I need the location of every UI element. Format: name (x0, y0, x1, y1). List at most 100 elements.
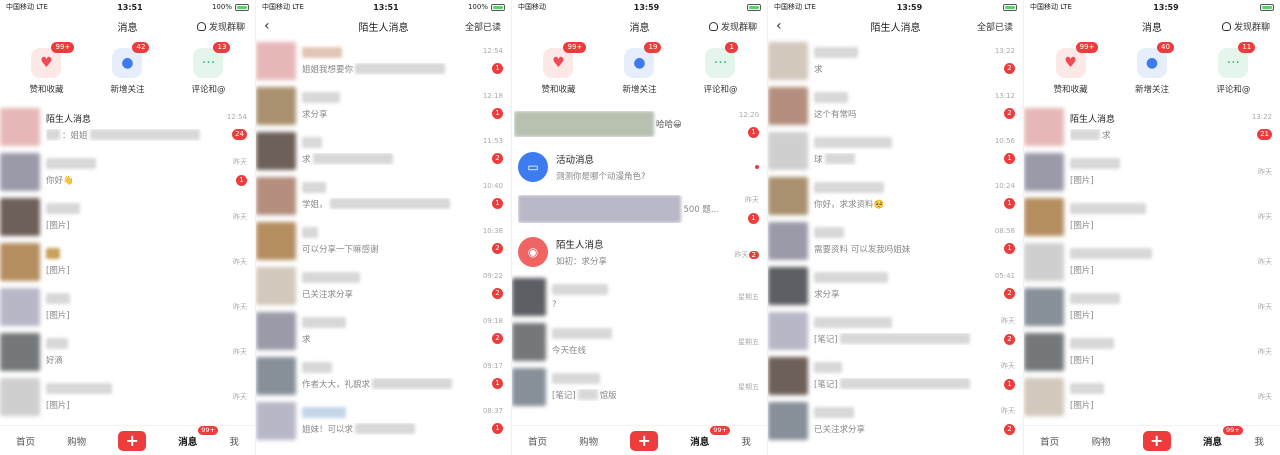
list-item[interactable]: 陌生人消息 ：姐姐 12:54 24 (0, 104, 255, 149)
tab-home[interactable]: 首页 (16, 434, 35, 448)
activity-messages[interactable]: ▭ 活动消息 测测你是哪个动漫角色? (512, 144, 767, 189)
blurred-name (302, 226, 318, 238)
blurred-text (839, 333, 970, 344)
list-item[interactable]: [笔记] 馆版 星期五 (512, 364, 767, 409)
list-item[interactable]: 500 题... 昨天 1 (512, 189, 767, 229)
shortcut-row: ♥ 99+ 赞和收藏 ● 19 新增关注 ··· 1 评论和@ (512, 38, 767, 104)
list-item[interactable]: 可以分享一下嘛感谢 10:38 2 (256, 218, 511, 263)
comments-shortcut[interactable]: ··· 11 评论和@ (1216, 42, 1256, 104)
person-icon: ● 42 (112, 42, 150, 78)
tab-shop[interactable]: 购物 (579, 434, 598, 448)
mark-all-read-button[interactable]: 全部已读 (465, 20, 501, 33)
list-item[interactable]: 陌生人消息求 13:22 21 (1024, 104, 1280, 149)
list-item[interactable]: [图片] 昨天 (1024, 149, 1280, 194)
create-post-button[interactable]: + (118, 430, 147, 451)
discover-groups-button[interactable]: 发现群聊 (708, 20, 757, 33)
mark-all-read-button[interactable]: 全部已读 (977, 20, 1013, 33)
list-item[interactable]: 已关注求分享 09:22 2 (256, 263, 511, 308)
tab-home[interactable]: 首页 (1040, 434, 1059, 448)
avatar (1024, 377, 1064, 416)
tab-shop[interactable]: 购物 (1091, 434, 1110, 448)
likes-shortcut[interactable]: ♥ 99+ 赞和收藏 (1054, 42, 1099, 104)
list-item[interactable]: 这个有常吗 13:12 2 (768, 83, 1023, 128)
message-time: 12:18 (482, 92, 503, 100)
avatar (768, 176, 808, 215)
message-time: 05:41 (994, 272, 1015, 280)
shortcut-label: 新增关注 (622, 85, 657, 95)
blurred-name (46, 247, 60, 259)
unread-badge: 2 (1004, 424, 1015, 435)
list-item[interactable]: 姐姐我想要你 12:54 1 (256, 38, 511, 83)
list-item[interactable]: ? 星期五 (512, 274, 767, 319)
back-icon[interactable]: ‹ (776, 18, 782, 34)
list-item[interactable]: 需要资料 可以发我吗姐妹 08:58 1 (768, 218, 1023, 263)
status-bar: 中国移动 LTE 13:51 100% (0, 0, 255, 14)
follows-shortcut[interactable]: ● 42 新增关注 (110, 42, 150, 104)
activity-subtitle: 测测你是哪个动漫角色? (556, 171, 646, 182)
tab-home[interactable]: 首页 (528, 434, 547, 448)
list-item[interactable]: [图片] 昨天 (1024, 239, 1280, 284)
list-item[interactable]: 姐妹！可以求 08:37 1 (256, 398, 511, 443)
message-preview: 求 (302, 334, 311, 345)
list-item[interactable]: 已关注求分享 昨天 2 (768, 398, 1023, 443)
message-time: 12:54 (226, 113, 247, 121)
list-item[interactable]: [图片] 昨天 (0, 284, 255, 329)
back-icon[interactable]: ‹ (264, 18, 270, 34)
avatar (0, 107, 40, 146)
list-item[interactable]: 你好，求求资料🥺 10:24 1 (768, 173, 1023, 218)
stranger-messages[interactable]: ◉ 陌生人消息 如初：求分享 昨天 2 (512, 229, 767, 274)
network: LTE (36, 3, 48, 11)
comments-shortcut[interactable]: ··· 13 评论和@ (191, 42, 231, 104)
list-item[interactable]: [笔记] 昨天 1 (768, 353, 1023, 398)
message-preview: [图片] (1070, 355, 1094, 366)
list-item[interactable]: 好滴 昨天 (0, 329, 255, 374)
list-item[interactable]: 你好👋 昨天 1 (0, 149, 255, 194)
create-post-button[interactable]: + (1142, 430, 1171, 451)
list-item[interactable]: [图片] 昨天 (0, 239, 255, 284)
list-item[interactable]: 求分享 05:41 2 (768, 263, 1023, 308)
discover-groups-button[interactable]: 发现群聊 (196, 20, 245, 33)
tab-messages[interactable]: 消息 99+ (178, 425, 219, 448)
nav-bar: 消息 发现群聊 (1024, 14, 1280, 38)
message-time: 昨天 (734, 251, 749, 259)
follows-shortcut[interactable]: ● 40 新增关注 (1135, 42, 1174, 104)
tab-messages[interactable]: 消息 99+ (1203, 425, 1243, 448)
message-preview: [图片] (1070, 175, 1094, 186)
tab-me[interactable]: 我 (229, 434, 239, 448)
list-item[interactable]: [图片] 昨天 (0, 194, 255, 239)
tab-messages[interactable]: 消息 99+ (690, 425, 731, 448)
tab-me[interactable]: 我 (1254, 434, 1264, 448)
list-item[interactable]: 今天在线 星期五 (512, 319, 767, 364)
tab-me[interactable]: 我 (741, 434, 751, 448)
list-item[interactable]: 学姐， 10:40 1 (256, 173, 511, 218)
blurred-name (814, 406, 854, 418)
list-item[interactable]: 求 13:22 2 (768, 38, 1023, 83)
list-item[interactable]: 哈哈😀 12:20 1 (512, 104, 767, 144)
list-item[interactable]: [图片] 昨天 (1024, 329, 1280, 374)
message-time: 昨天 (1258, 392, 1272, 401)
blurred-text (355, 63, 446, 74)
list-item[interactable]: 求 09:18 2 (256, 308, 511, 353)
list-item[interactable]: [笔记] 昨天 2 (768, 308, 1023, 353)
likes-shortcut[interactable]: ♥ 99+ 赞和收藏 (29, 42, 75, 104)
list-item[interactable]: 球 10:56 1 (768, 128, 1023, 173)
list-item[interactable]: [图片] 昨天 (1024, 374, 1280, 419)
comments-shortcut[interactable]: ··· 1 评论和@ (703, 42, 738, 104)
discover-groups-button[interactable]: 发现群聊 (1221, 20, 1270, 33)
list-item[interactable]: [图片] 昨天 (1024, 284, 1280, 329)
tab-shop[interactable]: 购物 (67, 434, 86, 448)
list-item[interactable]: 求分享 12:18 1 (256, 83, 511, 128)
create-post-button[interactable]: + (630, 430, 659, 451)
follows-shortcut[interactable]: ● 19 新增关注 (622, 42, 662, 104)
screenshot-collage: 中国移动 LTE 13:51 100% 消息 发现群聊 ♥ 99+ 赞和收藏 ● 42… (0, 0, 1280, 455)
avatar (768, 131, 808, 170)
likes-shortcut[interactable]: ♥ 99+ 赞和收藏 (541, 42, 587, 104)
avatar (0, 377, 40, 416)
blurred-name (46, 337, 68, 349)
blurred-name (1070, 247, 1152, 259)
message-preview-suffix: 馆版 (599, 390, 617, 401)
list-item[interactable]: [图片] 昨天 (1024, 194, 1280, 239)
list-item[interactable]: [图片] 昨天 (0, 374, 255, 419)
list-item[interactable]: 作者大大，礼貌求 09:17 1 (256, 353, 511, 398)
list-item[interactable]: 求 11:53 2 (256, 128, 511, 173)
